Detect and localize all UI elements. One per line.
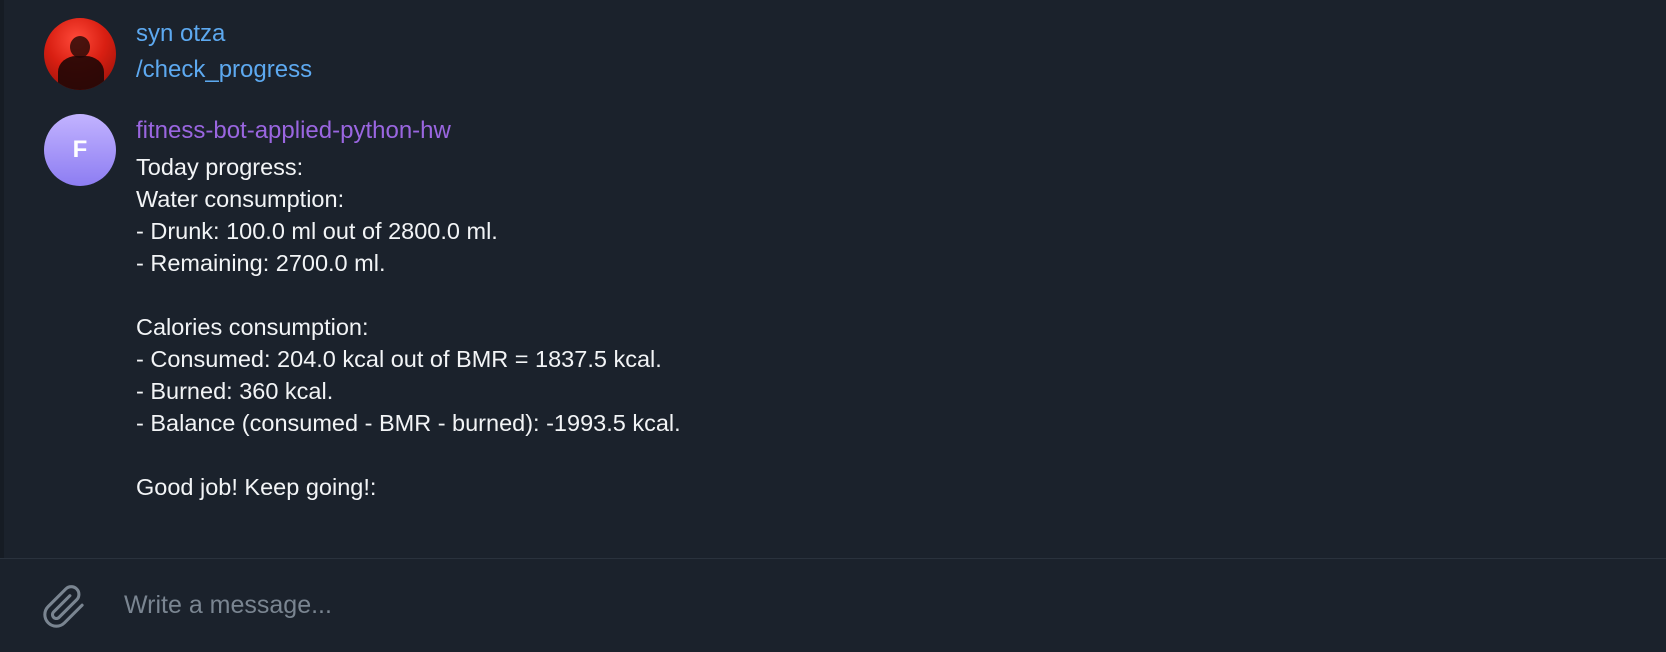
attach-button[interactable]	[40, 583, 88, 631]
paperclip-icon	[43, 585, 84, 628]
bot-line: Calories consumption:	[136, 314, 369, 340]
bot-line: - Burned: 360 kcal.	[136, 378, 334, 404]
bot-line: - Drunk: 100.0 ml out of 2800.0 ml.	[136, 218, 498, 244]
bot-line: Today progress:	[136, 154, 304, 180]
avatar-figure-head	[70, 36, 90, 58]
avatar-figure-body	[58, 56, 104, 90]
bot-line: Good job! Keep going!:	[136, 474, 377, 500]
bot-avatar-letter: F	[72, 136, 88, 163]
bot-line	[136, 439, 681, 471]
user-message-command[interactable]: /check_progress	[136, 54, 312, 86]
message-composer	[0, 559, 1666, 652]
left-edge-divider	[0, 0, 4, 558]
user-avatar[interactable]	[44, 18, 116, 90]
bot-message-text: Today progress: Water consumption: - Dru…	[136, 151, 681, 503]
message-input[interactable]	[124, 581, 1624, 629]
bot-sender-name[interactable]: fitness-bot-applied-python-hw	[136, 115, 451, 147]
chat-history: syn otza /check_progress F fitness-bot-a…	[0, 0, 1666, 558]
bot-line: Water consumption:	[136, 186, 345, 212]
bot-line: - Remaining: 2700.0 ml.	[136, 250, 386, 276]
user-sender-name[interactable]: syn otza	[136, 18, 225, 50]
bot-avatar[interactable]: F	[44, 114, 116, 186]
bot-line	[136, 279, 681, 311]
bot-line: - Consumed: 204.0 kcal out of BMR = 1837…	[136, 346, 662, 372]
bot-line: - Balance (consumed - BMR - burned): -19…	[136, 410, 681, 436]
